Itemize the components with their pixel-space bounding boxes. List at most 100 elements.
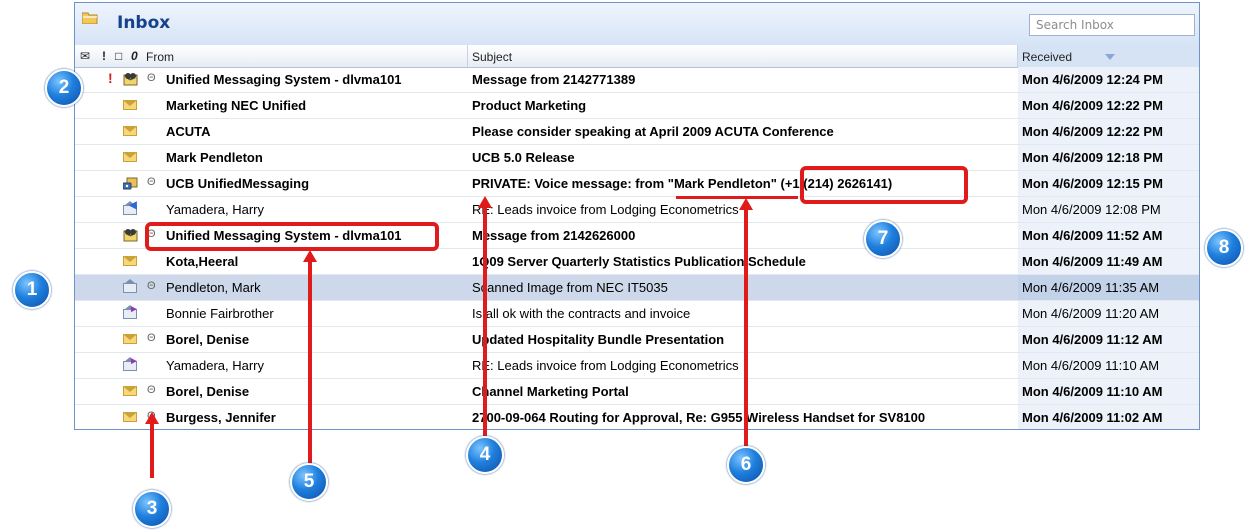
envelope-icon: [123, 384, 139, 398]
importance-column-header[interactable]: !: [102, 49, 106, 63]
column-header-bar: ✉ ! □ 0 From Subject Received: [75, 45, 1199, 68]
annotation-badge-7: 7: [864, 220, 902, 258]
highlight-box-phone-number: [800, 166, 968, 204]
received-column-header[interactable]: Received: [1022, 50, 1072, 64]
received-date: Mon 4/6/2009 11:35 AM: [1022, 280, 1160, 295]
sender-name: ACUTA: [166, 124, 211, 139]
arrow-4-shaft: [483, 206, 487, 438]
search-input[interactable]: Search Inbox: [1029, 14, 1195, 36]
voicemail-icon: [123, 228, 139, 242]
message-subject: 1Q09 Server Quarterly Statistics Publica…: [472, 254, 806, 269]
message-subject: Channel Marketing Portal: [472, 384, 629, 399]
folder-header: Inbox Search Inbox: [75, 3, 1199, 46]
received-date: Mon 4/6/2009 11:49 AM: [1022, 254, 1163, 269]
attachment-icon: Θ: [147, 72, 156, 84]
message-row[interactable]: Θ Pendleton, Mark Scanned Image from NEC I…: [75, 275, 1199, 301]
message-row[interactable]: ! Θ Unified Messaging System - dlvma101 Mes…: [75, 67, 1199, 93]
attachment-column-header[interactable]: 0: [131, 49, 138, 63]
envelope-icon: [123, 98, 139, 112]
attachment-icon: Θ: [147, 176, 156, 188]
message-row[interactable]: Θ Borel, Denise Channel Marketing Portal Mo…: [75, 379, 1199, 405]
received-date: Mon 4/6/2009 12:22 PM: [1022, 98, 1163, 113]
message-row[interactable]: Kota,Heeral 1Q09 Server Quarterly Statist…: [75, 249, 1199, 275]
forwarded-icon: ►: [123, 304, 139, 320]
message-row[interactable]: ► Yamadera, Harry RE: Leads invoice from L…: [75, 353, 1199, 379]
message-subject: UCB 5.0 Release: [472, 150, 575, 165]
envelope-icon: [123, 150, 139, 164]
sender-name: Mark Pendleton: [166, 150, 263, 165]
annotation-badge-6: 6: [727, 446, 765, 484]
read-envelope-icon: [123, 279, 139, 294]
attachment-icon: Θ: [147, 280, 156, 292]
message-row[interactable]: Mark Pendleton UCB 5.0 Release Mon 4/6/200…: [75, 145, 1199, 171]
item-type-column-header[interactable]: □: [115, 49, 122, 63]
envelope-icon: [123, 124, 139, 138]
underline-caller-name: [676, 196, 798, 199]
message-subject: Message from 2142626000: [472, 228, 636, 243]
folder-icon: [82, 12, 98, 24]
sender-name: Marketing NEC Unified: [166, 98, 307, 113]
column-divider[interactable]: [467, 45, 468, 67]
message-subject: RE: Leads invoice from Lodging Econometr…: [472, 202, 739, 217]
received-date: Mon 4/6/2009 11:20 AM: [1022, 306, 1160, 321]
received-date: Mon 4/6/2009 11:10 AM: [1022, 358, 1160, 373]
envelope-icon: [123, 254, 139, 268]
received-date: Mon 4/6/2009 11:12 AM: [1022, 332, 1163, 347]
sender-name: Yamadera, Harry: [166, 358, 265, 373]
received-date: Mon 4/6/2009 12:22 PM: [1022, 124, 1163, 139]
sender-name: Burgess, Jennifer: [166, 410, 276, 425]
sender-name: Borel, Denise: [166, 332, 250, 347]
received-date: Mon 4/6/2009 12:18 PM: [1022, 150, 1163, 165]
message-subject: Updated Hospitality Bundle Presentation: [472, 332, 725, 347]
message-subject: Product Marketing: [472, 98, 587, 113]
annotation-badge-4: 4: [466, 436, 504, 474]
sender-name: Borel, Denise: [166, 384, 250, 399]
message-subject: Scanned Image from NEC IT5035: [472, 280, 668, 295]
message-subject: Please consider speaking at April 2009 A…: [472, 124, 834, 139]
folder-title: Inbox: [117, 13, 171, 33]
inbox-window: Inbox Search Inbox ✉ ! □ 0 From Subject …: [74, 2, 1200, 430]
arrow-3-shaft: [150, 422, 154, 478]
from-column-header[interactable]: From: [146, 50, 174, 64]
voicemail-icon: [123, 72, 139, 86]
arrow-6-shaft: [744, 208, 748, 448]
column-divider[interactable]: [1017, 45, 1018, 67]
received-date: Mon 4/6/2009 12:24 PM: [1022, 72, 1163, 87]
annotation-badge-3: 3: [133, 490, 171, 528]
subject-column-header[interactable]: Subject: [472, 50, 512, 64]
message-row[interactable]: Θ UCB UnifiedMessaging PRIVATE: Voice mess…: [75, 171, 1199, 197]
message-subject: RE: Leads invoice from Lodging Econometr…: [472, 358, 739, 373]
message-subject: 2700-09-064 Routing for Approval, Re: G9…: [472, 410, 926, 425]
sender-name: Pendleton, Mark: [166, 280, 261, 295]
envelope-icon: [123, 332, 139, 346]
received-date: Mon 4/6/2009 11:10 AM: [1022, 384, 1163, 399]
sender-name: UCB UnifiedMessaging: [166, 176, 310, 191]
sender-name: Bonnie Fairbrother: [166, 306, 274, 321]
annotation-badge-5: 5: [290, 463, 328, 501]
envelope-icon: [123, 410, 139, 424]
arrow-5-shaft: [308, 260, 312, 466]
sort-descending-icon: [1105, 54, 1115, 60]
annotation-badge-2: 2: [45, 69, 83, 107]
message-row[interactable]: Θ Borel, Denise Updated Hospitality Bundle…: [75, 327, 1199, 353]
sender-name: Kota,Heeral: [166, 254, 239, 269]
sender-name: Unified Messaging System - dlvma101: [166, 72, 402, 87]
icon-column-header[interactable]: ✉: [80, 49, 90, 63]
private-voicemail-icon: [122, 176, 139, 190]
annotation-badge-8: 8: [1205, 229, 1243, 267]
attachment-icon: Θ: [147, 332, 156, 344]
message-row[interactable]: Θ Burgess, Jennifer 2700-09-064 Routing fo…: [75, 405, 1199, 429]
message-subject: Is all ok with the contracts and invoice: [472, 306, 691, 321]
message-row[interactable]: ◀ Yamadera, Harry RE: Leads invoice from L…: [75, 197, 1199, 223]
received-date: Mon 4/6/2009 11:02 AM: [1022, 410, 1163, 425]
message-row[interactable]: ACUTA Please consider speaking at April 2…: [75, 119, 1199, 145]
sender-name: Yamadera, Harry: [166, 202, 265, 217]
received-date: Mon 4/6/2009 12:15 PM: [1022, 176, 1163, 191]
received-date: Mon 4/6/2009 11:52 AM: [1022, 228, 1163, 243]
highlight-box-sender: [145, 222, 439, 251]
message-row[interactable]: Marketing NEC Unified Product Marketing Mo…: [75, 93, 1199, 119]
message-subject: Message from 2142771389: [472, 72, 636, 87]
message-row[interactable]: ► Bonnie Fairbrother Is all ok with the co…: [75, 301, 1199, 327]
forwarded-icon: ►: [123, 356, 139, 372]
attachment-icon: Θ: [147, 384, 156, 396]
